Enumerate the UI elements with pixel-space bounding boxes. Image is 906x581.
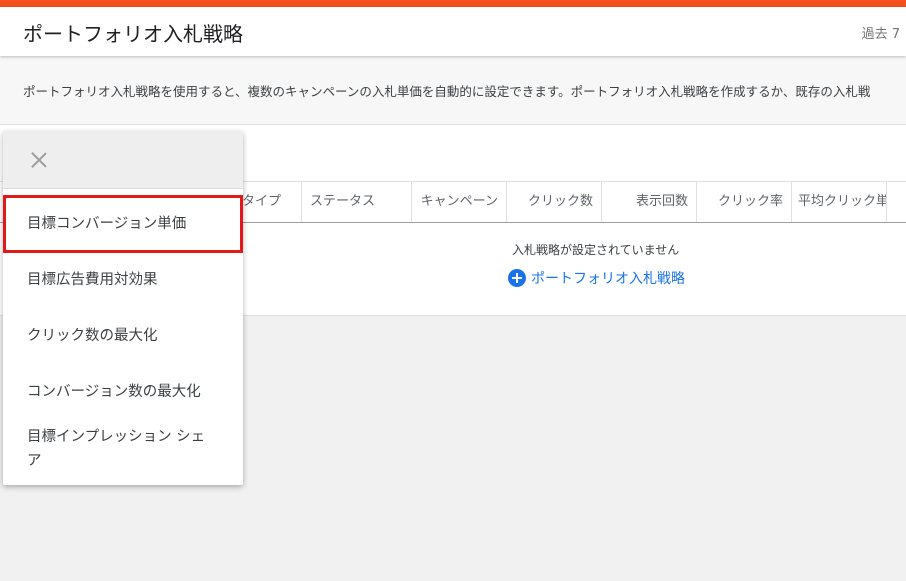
column-header-campaign[interactable]: キャンペーン [412, 182, 507, 222]
dropdown-header [3, 131, 243, 189]
add-portfolio-strategy-link[interactable]: ポートフォリオ入札戦略 [508, 267, 685, 289]
description-text: ポートフォリオ入札戦略を使用すると、複数のキャンペーンの入札単価を自動的に設定で… [23, 84, 871, 99]
menu-item-maximize-clicks[interactable]: クリック数の最大化 [3, 308, 243, 364]
menu-item-target-cpa[interactable]: 目標コンバージョン単価 [3, 195, 243, 253]
column-header-clicks[interactable]: クリック数 [507, 182, 602, 222]
strategy-type-dropdown: 目標コンバージョン単価 目標広告費用対効果 クリック数の最大化 コンバージョン数… [3, 131, 243, 485]
menu-item-label: 目標インプレッション シェア [27, 429, 206, 469]
menu-item-label: 目標コンバージョン単価 [27, 216, 187, 232]
page-header: ポートフォリオ入札戦略 過去 7 [0, 7, 906, 56]
add-strategy-label: ポートフォリオ入札戦略 [531, 271, 685, 287]
column-header-status[interactable]: ステータス [302, 182, 412, 222]
plus-circle-icon [508, 269, 526, 287]
menu-item-label: コンバージョン数の最大化 [27, 384, 201, 400]
column-header-avg-cpc[interactable]: 平均クリック単 [792, 182, 887, 222]
page-title: ポートフォリオ入札戦略 [23, 22, 243, 46]
menu-item-target-impression-share[interactable]: 目標インプレッション シェア [3, 425, 243, 477]
date-range-selector[interactable]: 過去 7 [862, 23, 900, 42]
menu-item-label: 目標広告費用対効果 [27, 272, 158, 288]
empty-state-message: 入札戦略が設定されていません [512, 243, 680, 257]
description-band: ポートフォリオ入札戦略を使用すると、複数のキャンペーンの入札単価を自動的に設定で… [0, 56, 906, 125]
column-header-type[interactable]: タイプ [240, 182, 302, 222]
column-header-ctr[interactable]: クリック率 [697, 182, 792, 222]
menu-item-label: クリック数の最大化 [27, 328, 158, 344]
close-icon[interactable] [31, 152, 47, 168]
top-accent-bar [0, 0, 906, 7]
column-header-impressions[interactable]: 表示回数 [602, 182, 697, 222]
menu-item-target-roas[interactable]: 目標広告費用対効果 [3, 252, 243, 308]
menu-item-maximize-conversions[interactable]: コンバージョン数の最大化 [3, 364, 243, 420]
